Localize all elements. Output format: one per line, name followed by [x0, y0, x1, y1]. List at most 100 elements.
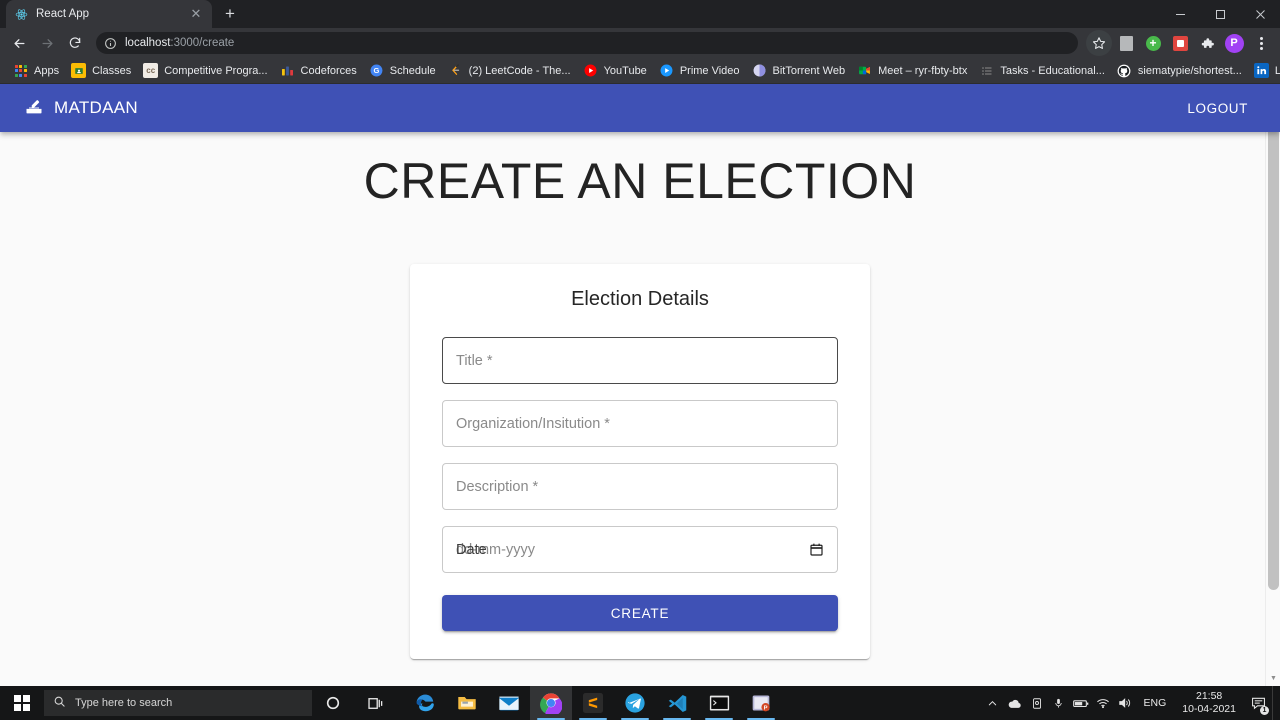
arrow-forward-icon[interactable]	[34, 30, 60, 56]
telegram-taskbar-icon[interactable]	[614, 686, 656, 720]
description-field-placeholder: Description *	[456, 478, 539, 495]
profile-avatar[interactable]: P	[1221, 30, 1247, 56]
bookmark-bittorrent-web[interactable]: BitTorrent Web	[747, 61, 853, 80]
svg-text:P: P	[764, 705, 768, 711]
linkedin-icon	[1253, 63, 1269, 78]
card-title: Election Details	[571, 288, 709, 310]
bookmark-youtube[interactable]: YouTube	[578, 61, 654, 80]
new-tab-button[interactable]: +	[216, 0, 244, 28]
extension-red-icon[interactable]	[1167, 30, 1193, 56]
page-scrollbar[interactable]: ▲ ▼	[1265, 84, 1280, 686]
show-desktop-button[interactable]	[1272, 686, 1278, 720]
bookmark-linkedin[interactable]: LinkedIn	[1249, 61, 1280, 80]
bookmark-competitive-programming[interactable]: cc Competitive Progra...	[138, 61, 274, 80]
google-meet-icon	[857, 63, 872, 78]
windows-logo-icon	[14, 695, 30, 711]
device-icon[interactable]	[1026, 686, 1048, 720]
onedrive-icon[interactable]	[1004, 686, 1026, 720]
show-hidden-icons-chevron[interactable]	[982, 686, 1004, 720]
bookmark-label: Competitive Progra...	[164, 64, 268, 77]
sublime-text-taskbar-icon[interactable]	[572, 686, 614, 720]
election-details-card: Election Details Title * Organization/In…	[410, 264, 870, 659]
description-field[interactable]: Description *	[442, 463, 838, 510]
bookmark-leetcode[interactable]: (2) LeetCode - The...	[443, 61, 578, 80]
cc-icon: cc	[143, 63, 159, 78]
extensions-puzzle-icon[interactable]	[1194, 30, 1220, 56]
chrome-taskbar-icon[interactable]	[530, 686, 572, 720]
volume-icon[interactable]	[1114, 686, 1136, 720]
scrollbar-thumb[interactable]	[1268, 100, 1279, 590]
bookmark-label: YouTube	[603, 64, 647, 77]
wifi-icon[interactable]	[1092, 686, 1114, 720]
minimize-icon[interactable]	[1160, 0, 1200, 28]
bookmark-label: siematypie/shortest...	[1137, 64, 1242, 77]
tab-title: React App	[36, 8, 90, 20]
task-view-icon[interactable]	[354, 686, 396, 720]
battery-icon[interactable]	[1070, 686, 1092, 720]
mail-taskbar-icon[interactable]	[488, 686, 530, 720]
microphone-icon[interactable]	[1048, 686, 1070, 720]
system-tray: ENG 21:58 10-04-2021 1	[982, 686, 1280, 720]
tasks-icon	[979, 63, 994, 78]
edge-taskbar-icon[interactable]	[404, 686, 446, 720]
bookmark-label: Meet – ryr-fbty-btx	[878, 64, 968, 77]
title-field[interactable]: Title *	[442, 337, 838, 384]
reload-icon[interactable]	[62, 30, 88, 56]
bookmark-label: Schedule	[389, 64, 436, 77]
clock-date: 10-04-2021	[1182, 703, 1236, 715]
extension-green-plus-icon[interactable]: +	[1140, 30, 1166, 56]
bookmark-google-meet[interactable]: Meet – ryr-fbty-btx	[852, 61, 974, 80]
calendar-icon[interactable]	[809, 542, 824, 557]
bookmark-classes[interactable]: Classes	[66, 61, 138, 80]
tab-strip: React App ✕ +	[0, 0, 1280, 28]
app-header: MATDAAN LOGOUT	[0, 84, 1280, 132]
taskbar-search-placeholder: Type here to search	[75, 697, 173, 709]
page-viewport: MATDAAN LOGOUT CREATE AN ELECTION Electi…	[0, 84, 1280, 686]
logout-button[interactable]: LOGOUT	[1179, 95, 1256, 122]
maximize-icon[interactable]	[1200, 0, 1240, 28]
bookmark-star-icon[interactable]	[1086, 30, 1112, 56]
bookmark-label: Codeforces	[300, 64, 357, 77]
chrome-menu-icon[interactable]	[1248, 30, 1274, 56]
arrow-back-icon[interactable]	[6, 30, 32, 56]
browser-toolbar: localhost:3000/create + P	[0, 28, 1280, 58]
apps-grid-icon	[13, 63, 28, 78]
browser-tab[interactable]: React App ✕	[6, 0, 212, 28]
bookmark-schedule[interactable]: G Schedule	[364, 61, 443, 80]
address-bar[interactable]: localhost:3000/create	[96, 32, 1078, 54]
react-logo-icon	[14, 7, 28, 21]
taskbar-search[interactable]: Type here to search	[44, 690, 312, 716]
bookmark-prime-video[interactable]: Prime Video	[654, 61, 747, 80]
extension-gray-icon[interactable]	[1113, 30, 1139, 56]
organization-field[interactable]: Organization/Insitution *	[442, 400, 838, 447]
window-close-icon[interactable]	[1240, 0, 1280, 28]
notification-count-badge: 1	[1260, 706, 1269, 715]
bookmark-tasks[interactable]: Tasks - Educational...	[974, 61, 1112, 80]
scroll-down-arrow-icon[interactable]: ▼	[1266, 671, 1280, 686]
bookmark-label: Classes	[92, 64, 132, 77]
window-controls	[1160, 0, 1280, 28]
taskbar-clock[interactable]: 21:58 10-04-2021	[1174, 690, 1244, 716]
brand[interactable]: MATDAAN	[24, 96, 138, 121]
create-button[interactable]: CREATE	[442, 595, 838, 631]
bookmarks-bar: Apps Classes cc Competitive Progra... Co…	[0, 58, 1280, 84]
bookmark-apps[interactable]: Apps	[8, 61, 66, 80]
start-button[interactable]	[0, 686, 44, 720]
action-center-icon[interactable]: 1	[1244, 686, 1272, 720]
date-field[interactable]: dd-mm-yyyy Date	[442, 526, 838, 573]
page-title: CREATE AN ELECTION	[363, 153, 917, 209]
clock-time: 21:58	[1196, 690, 1223, 702]
url-path: :3000/create	[170, 37, 235, 49]
tab-close-icon[interactable]: ✕	[188, 6, 204, 22]
github-icon	[1117, 63, 1132, 78]
prime-video-icon	[659, 63, 674, 78]
bookmark-label: Prime Video	[679, 64, 740, 77]
powerpoint-taskbar-icon[interactable]: P	[740, 686, 782, 720]
vscode-taskbar-icon[interactable]	[656, 686, 698, 720]
bookmark-codeforces[interactable]: Codeforces	[275, 61, 364, 80]
terminal-taskbar-icon[interactable]	[698, 686, 740, 720]
language-indicator[interactable]: ENG	[1136, 697, 1175, 709]
file-explorer-taskbar-icon[interactable]	[446, 686, 488, 720]
cortana-circle-icon[interactable]	[312, 686, 354, 720]
bookmark-github[interactable]: siematypie/shortest...	[1112, 61, 1249, 80]
